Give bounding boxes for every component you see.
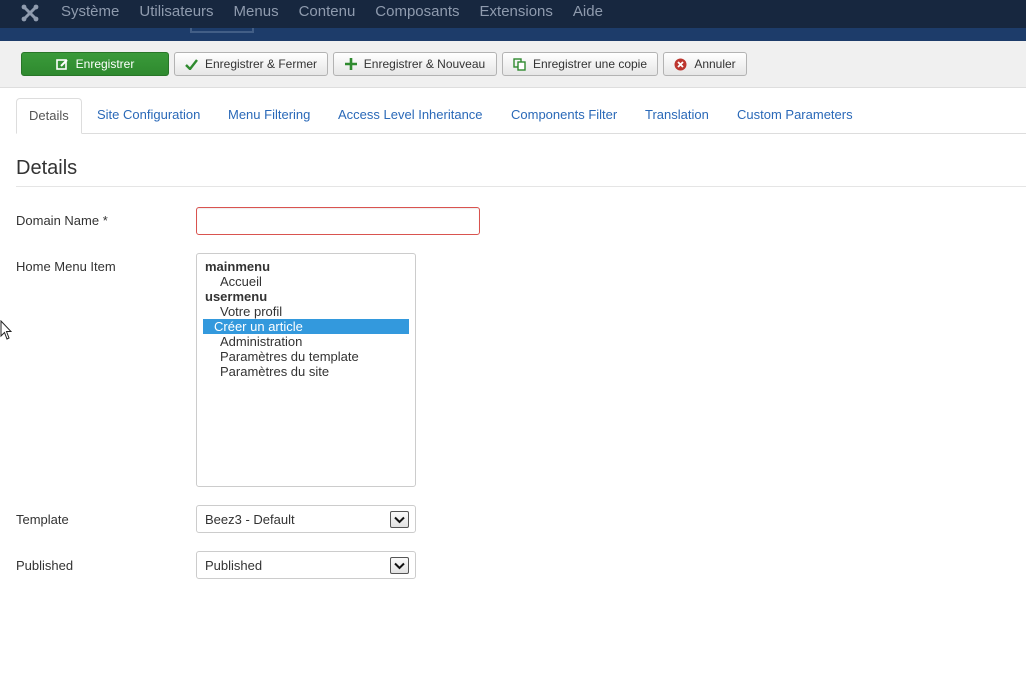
tab-access-level-inheritance[interactable]: Access Level Inheritance [338, 98, 483, 134]
section-divider [16, 186, 1026, 187]
home-menu-item-label: Home Menu Item [16, 259, 116, 274]
option-accueil[interactable]: Accueil [203, 274, 409, 289]
edit-icon [55, 58, 69, 71]
option-votre-profil[interactable]: Votre profil [203, 304, 409, 319]
save-new-button[interactable]: Enregistrer & Nouveau [333, 52, 497, 76]
chevron-down-icon[interactable] [390, 557, 409, 574]
tab-custom-parameters[interactable]: Custom Parameters [737, 98, 853, 134]
menu-extensions[interactable]: Extensions [480, 0, 553, 28]
tab-translation[interactable]: Translation [645, 98, 709, 134]
menu-aide[interactable]: Aide [573, 0, 603, 28]
menu-menus[interactable]: Menus [234, 0, 279, 28]
menu-composants[interactable]: Composants [375, 0, 459, 28]
tab-details[interactable]: Details [16, 98, 82, 134]
copy-icon [513, 57, 526, 71]
mouse-cursor-icon [0, 319, 13, 345]
save-button[interactable]: Enregistrer [21, 52, 169, 76]
domain-name-input[interactable] [196, 207, 480, 235]
joomla-logo-icon[interactable] [20, 3, 40, 23]
tab-site-configuration[interactable]: Site Configuration [97, 98, 200, 134]
subheader-title-fragment [190, 28, 254, 33]
option-creer-un-article[interactable]: Créer un article [203, 319, 409, 334]
cancel-button-label: Annuler [694, 57, 736, 71]
menu-systeme[interactable]: Système [61, 0, 119, 28]
chevron-down-icon[interactable] [390, 511, 409, 528]
template-select-value: Beez3 - Default [205, 512, 295, 527]
save-close-button[interactable]: Enregistrer & Fermer [174, 52, 328, 76]
menu-utilisateurs[interactable]: Utilisateurs [139, 0, 213, 28]
option-parametres-du-template[interactable]: Paramètres du template [203, 349, 409, 364]
template-label: Template [16, 512, 69, 527]
published-select-value: Published [205, 558, 263, 573]
published-select[interactable]: Published [196, 551, 416, 579]
save-new-button-label: Enregistrer & Nouveau [363, 57, 486, 71]
optgroup-mainmenu: mainmenu [205, 259, 271, 274]
cancel-button[interactable]: Annuler [663, 52, 747, 76]
option-administration[interactable]: Administration [203, 334, 409, 349]
plus-icon [344, 58, 357, 70]
subheader-bar [0, 28, 1026, 41]
save-close-button-label: Enregistrer & Fermer [204, 57, 318, 71]
tab-menu-filtering[interactable]: Menu Filtering [228, 98, 310, 134]
option-parametres-du-site[interactable]: Paramètres du site [203, 364, 409, 379]
section-title: Details [16, 157, 78, 179]
domain-name-label: Domain Name * [16, 213, 108, 228]
check-icon [185, 58, 198, 70]
template-select[interactable]: Beez3 - Default [196, 505, 416, 533]
toolbar: Enregistrer Enregistrer & Fermer Enregis… [0, 41, 1026, 88]
save-copy-button-label: Enregistrer une copie [532, 57, 648, 71]
menu-contenu[interactable]: Contenu [299, 0, 356, 28]
tab-components-filter[interactable]: Components Filter [511, 98, 617, 134]
save-button-label: Enregistrer [75, 57, 135, 71]
tab-bar: Details Site Configuration Menu Filterin… [16, 98, 1026, 134]
save-copy-button[interactable]: Enregistrer une copie [502, 52, 658, 76]
home-menu-item-listbox[interactable]: mainmenu Accueil usermenu Votre profil C… [196, 253, 416, 487]
published-label: Published [16, 558, 74, 573]
top-menu: Système Utilisateurs Menus Contenu Compo… [61, 0, 623, 28]
cancel-circle-icon [674, 58, 687, 71]
top-navbar: Système Utilisateurs Menus Contenu Compo… [0, 0, 1026, 28]
optgroup-usermenu: usermenu [205, 289, 268, 304]
